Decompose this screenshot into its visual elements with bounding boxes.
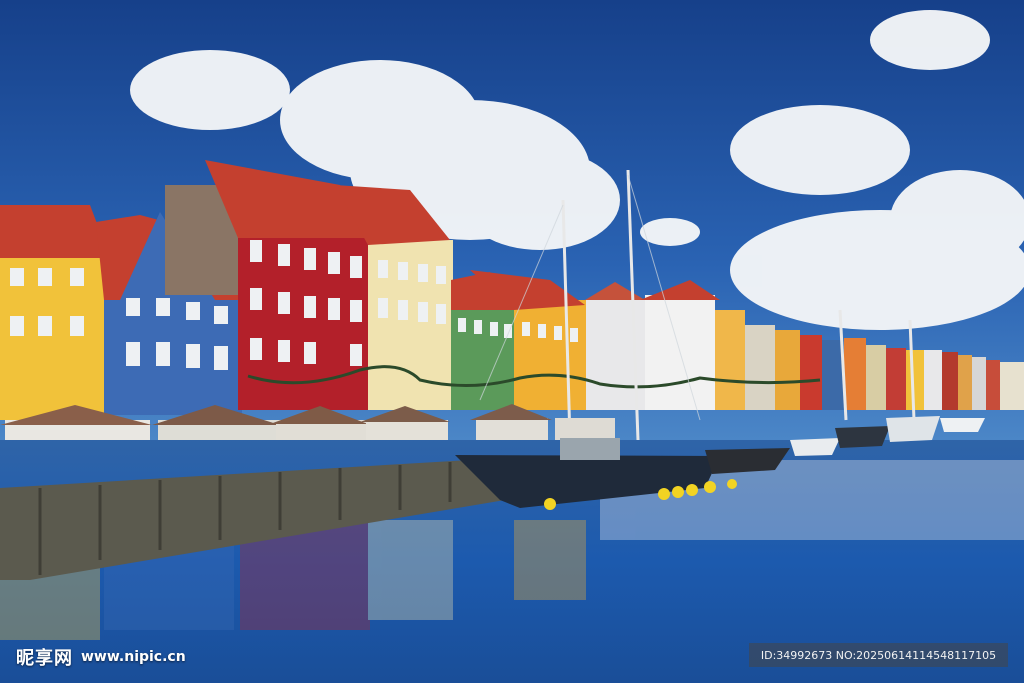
harbour-illustration (0, 0, 1024, 683)
watermark-id: ID:34992673 NO:20250614114548117105 (749, 643, 1008, 667)
watermark-url: www.nipic.cn (81, 649, 186, 665)
watermark-logo: 昵享网 (16, 648, 73, 669)
watermark-site: 昵享网 www.nipic.cn (16, 646, 186, 669)
harbour-photo: 昵享网 www.nipic.cn ID:34992673 NO:20250614… (0, 0, 1024, 683)
